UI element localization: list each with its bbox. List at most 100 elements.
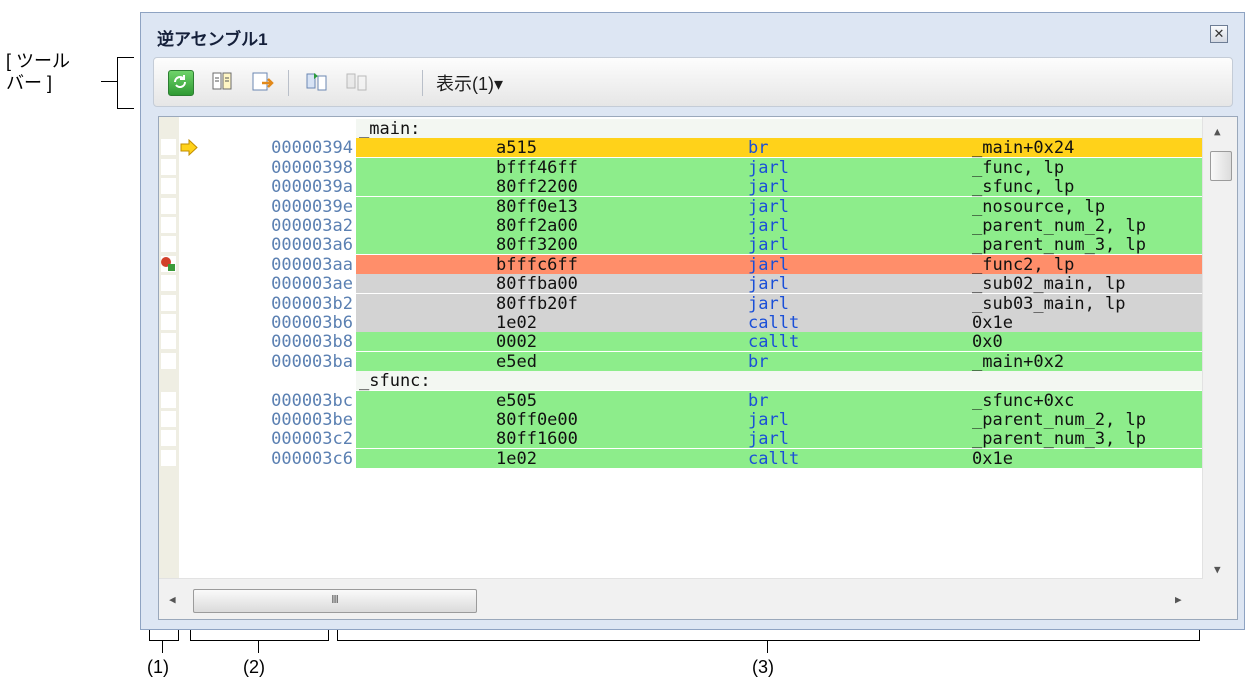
event-mark-cell[interactable] xyxy=(161,391,176,408)
scroll-up-arrow[interactable]: ▲ xyxy=(1214,125,1221,138)
address-cell: 000003c6 xyxy=(271,448,353,469)
scroll-down-arrow[interactable]: ▼ xyxy=(1214,563,1221,576)
code-cell: a515 br _main+0x24 xyxy=(356,138,1203,159)
address-cell: 000003b2 xyxy=(271,293,353,314)
address-cell: 000003a6 xyxy=(271,235,353,256)
disassembly-area[interactable]: _main: 00000394 a515 br _main+0x24 00000398 bf… xyxy=(158,116,1238,620)
refresh-button[interactable] xyxy=(168,70,194,96)
horizontal-scrollbar[interactable]: ◀ Ⅲ ▶ xyxy=(159,578,1203,619)
step-out-button[interactable] xyxy=(344,70,368,94)
disassemble-panel: 逆アセンブル1 ✕ 表示(1)▾ _main: 00000394 a515 br _ma… xyxy=(140,12,1245,630)
mnemonic-cell: callt xyxy=(748,332,800,353)
disassembly-row[interactable]: 000003bc e505 br _sfunc+0xc xyxy=(159,390,1203,411)
disassembly-row[interactable]: 0000039e 80ff0e13 jarl _nosource, lp xyxy=(159,196,1203,217)
mnemonic-cell: jarl xyxy=(748,177,789,198)
operand-cell: _parent_num_2, lp xyxy=(972,216,1146,236)
event-mark-cell[interactable] xyxy=(161,158,176,175)
event-mark-cell[interactable] xyxy=(161,275,176,292)
operand-cell: _main+0x2 xyxy=(972,351,1065,372)
opcode-cell: 1e02 xyxy=(496,313,537,333)
area1-bracket xyxy=(149,630,179,641)
export-button[interactable] xyxy=(250,70,274,94)
event-mark-cell[interactable] xyxy=(161,333,176,350)
event-mark-cell[interactable] xyxy=(161,217,176,233)
event-mark-cell[interactable] xyxy=(161,411,176,427)
step-in-icon xyxy=(306,73,327,91)
opcode-cell: 80ffba00 xyxy=(496,274,578,295)
toolbar: 表示(1)▾ xyxy=(153,57,1233,107)
label-row[interactable]: _main: xyxy=(159,119,1203,139)
address-cell: 00000398 xyxy=(271,157,353,178)
export-icon xyxy=(252,72,274,91)
toolbar-callout-label: [ ツール バー ] xyxy=(6,50,70,94)
code-cell: 80ff0e00 jarl _parent_num_2, lp xyxy=(356,410,1203,430)
disassembly-row[interactable]: 000003be 80ff0e00 jarl _parent_num_2, lp xyxy=(159,410,1203,430)
event-mark-cell[interactable] xyxy=(161,236,176,253)
symbol-label: _sfunc: xyxy=(359,371,431,392)
disassembly-row[interactable]: 000003a2 80ff2a00 jarl _parent_num_2, lp xyxy=(159,216,1203,236)
label-row[interactable]: _sfunc: xyxy=(159,371,1203,392)
address-cell: 000003bc xyxy=(271,390,353,411)
operand-cell: _parent_num_3, lp xyxy=(972,429,1146,450)
breakpoint-icon[interactable] xyxy=(159,255,177,273)
mnemonic-cell: callt xyxy=(748,448,800,469)
operand-cell: _main+0x24 xyxy=(972,138,1075,159)
mnemonic-cell: callt xyxy=(748,313,800,333)
event-mark-cell[interactable] xyxy=(161,294,176,311)
step-in-button[interactable] xyxy=(304,70,328,94)
disassembly-row[interactable]: 00000394 a515 br _main+0x24 xyxy=(159,138,1203,159)
vertical-scrollbar[interactable]: ▲ ▼ xyxy=(1202,117,1237,579)
disassembly-row[interactable]: 0000039a 80ff2200 jarl _sfunc, lp xyxy=(159,177,1203,198)
scroll-right-arrow[interactable]: ▶ xyxy=(1175,593,1182,606)
disassembly-row[interactable]: 000003b2 80ffb20f jarl _sub03_main, lp xyxy=(159,293,1203,314)
symbol-label: _main: xyxy=(359,119,421,139)
operand-cell: _parent_num_3, lp xyxy=(972,235,1146,256)
code-cell: e505 br _sfunc+0xc xyxy=(356,390,1203,411)
operand-cell: _func, lp xyxy=(972,157,1065,178)
event-mark-cell[interactable] xyxy=(161,449,176,466)
toolbar-callout-line1: [ ツール xyxy=(6,51,71,71)
event-mark-cell[interactable] xyxy=(161,352,176,369)
code-cell: 80ff1600 jarl _parent_num_3, lp xyxy=(356,429,1203,450)
event-mark-cell[interactable] xyxy=(161,178,176,195)
event-mark-cell[interactable] xyxy=(161,314,176,330)
mnemonic-cell: br xyxy=(748,390,769,411)
go-to-symbol-button[interactable] xyxy=(210,70,234,94)
operand-cell: _parent_num_2, lp xyxy=(972,410,1146,430)
mnemonic-cell: jarl xyxy=(748,429,789,450)
address-cell: 000003c2 xyxy=(271,429,353,450)
close-button[interactable]: ✕ xyxy=(1210,25,1228,43)
opcode-cell: bfffc6ff xyxy=(496,254,578,275)
mnemonic-cell: br xyxy=(748,351,769,372)
disassembly-row[interactable]: 000003c2 80ff1600 jarl _parent_num_3, lp xyxy=(159,429,1203,450)
address-cell: 000003be xyxy=(271,410,353,430)
operand-cell: _sub03_main, lp xyxy=(972,293,1126,314)
opcode-cell: 80ff2200 xyxy=(496,177,578,198)
scroll-left-arrow[interactable]: ◀ xyxy=(169,593,176,606)
address-cell: 000003b8 xyxy=(271,332,353,353)
disassembly-row[interactable]: 00000398 bfff46ff jarl _func, lp xyxy=(159,157,1203,178)
event-mark-cell[interactable] xyxy=(161,197,176,214)
disassembly-row[interactable]: 000003a6 80ff3200 jarl _parent_num_3, lp xyxy=(159,235,1203,256)
disassembly-row[interactable]: 000003ba e5ed br _main+0x2 xyxy=(159,351,1203,372)
event-mark-cell[interactable] xyxy=(161,139,176,156)
view-menu-button[interactable]: 表示(1)▾ xyxy=(436,70,503,96)
area3-tick xyxy=(767,641,768,653)
disassembly-row[interactable]: 000003b6 1e02 callt 0x1e xyxy=(159,313,1203,333)
panel-titlebar: 逆アセンブル1 ✕ xyxy=(141,13,1244,53)
disassembly-row[interactable]: 000003aa bfffc6ff jarl _func2, lp xyxy=(159,254,1203,275)
refresh-icon xyxy=(174,75,186,88)
event-mark-cell[interactable] xyxy=(161,430,176,447)
vertical-scroll-thumb[interactable] xyxy=(1210,151,1232,181)
code-cell: bfffc6ff jarl _func2, lp xyxy=(356,254,1203,275)
disassembly-row[interactable]: 000003b8 0002 callt 0x0 xyxy=(159,332,1203,353)
disassembly-row[interactable]: 000003ae 80ffba00 jarl _sub02_main, lp xyxy=(159,274,1203,295)
code-cell: 1e02 callt 0x1e xyxy=(356,313,1203,333)
area2-label: (2) xyxy=(243,657,265,677)
opcode-cell: e5ed xyxy=(496,351,537,372)
disassembly-row[interactable]: 000003c6 1e02 callt 0x1e xyxy=(159,448,1203,469)
opcode-cell: bfff46ff xyxy=(496,157,578,178)
opcode-cell: 80ff2a00 xyxy=(496,216,578,236)
code-cell: bfff46ff jarl _func, lp xyxy=(356,157,1203,178)
horizontal-scroll-thumb[interactable]: Ⅲ xyxy=(193,589,477,613)
